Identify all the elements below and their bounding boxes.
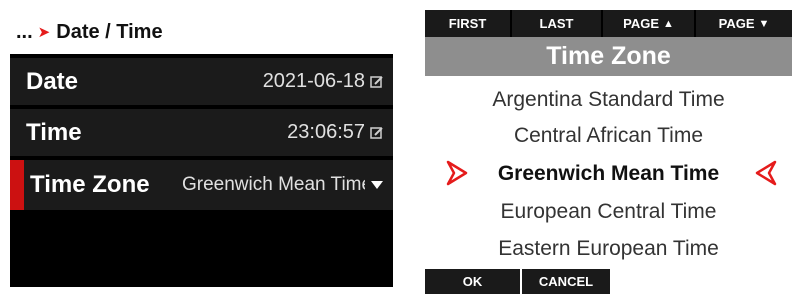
timezone-row[interactable]: Time Zone Greenwich Mean Time xyxy=(10,160,393,210)
timezone-option[interactable]: Central African Time xyxy=(425,118,792,154)
breadcrumb: ... ➤ Date / Time xyxy=(10,10,393,54)
page-up-label: PAGE xyxy=(623,16,659,31)
page-up-button[interactable]: PAGE ▲ xyxy=(603,10,696,37)
timezone-option[interactable]: Argentina Standard Time xyxy=(425,82,792,118)
picker-actions: OK CANCEL xyxy=(425,269,792,294)
timezone-option-selected[interactable]: Greenwich Mean Time xyxy=(425,156,792,192)
picker-nav-bar: FIRST LAST PAGE ▲ PAGE ▼ xyxy=(425,10,792,37)
page-down-button[interactable]: PAGE ▼ xyxy=(696,10,792,37)
ok-button-label: OK xyxy=(462,274,483,289)
time-row[interactable]: Time 23:06:57 xyxy=(10,109,393,156)
chevron-down-icon[interactable] xyxy=(370,180,384,190)
timezone-value: Greenwich Mean Time xyxy=(182,174,365,195)
last-button-label: LAST xyxy=(539,16,574,31)
first-button[interactable]: FIRST xyxy=(425,10,512,37)
selection-arrow-left-icon xyxy=(755,160,777,186)
timezone-list: Argentina Standard Time Central African … xyxy=(425,82,792,267)
triangle-down-icon: ▼ xyxy=(758,17,770,30)
edit-icon[interactable] xyxy=(370,75,384,89)
date-value-wrap: 2021-06-18 xyxy=(263,70,393,93)
breadcrumb-ellipsis[interactable]: ... xyxy=(16,21,33,44)
time-value-wrap: 23:06:57 xyxy=(287,121,393,144)
time-value: 23:06:57 xyxy=(287,121,365,143)
date-value: 2021-06-18 xyxy=(262,70,365,92)
date-label: Date xyxy=(26,67,79,95)
picker-title: Time Zone xyxy=(425,37,792,76)
selection-arrow-right-icon xyxy=(446,160,468,186)
breadcrumb-current: Date / Time xyxy=(56,20,163,43)
last-button[interactable]: LAST xyxy=(512,10,603,37)
time-label: Time xyxy=(26,118,82,146)
page-down-label: PAGE xyxy=(718,16,755,31)
ok-button[interactable]: OK xyxy=(425,269,520,294)
first-button-label: FIRST xyxy=(448,16,487,31)
edit-icon[interactable] xyxy=(370,126,384,140)
timezone-option[interactable]: Eastern European Time xyxy=(425,231,792,267)
timezone-label: Time Zone xyxy=(30,171,150,198)
timezone-picker: FIRST LAST PAGE ▲ PAGE ▼ Time Zone Argen… xyxy=(425,10,792,294)
cancel-button-label: CANCEL xyxy=(538,274,594,289)
date-time-settings-panel: ... ➤ Date / Time Date 2021-06-18 Time 2… xyxy=(10,10,393,287)
timezone-option[interactable]: European Central Time xyxy=(425,194,792,230)
cancel-button[interactable]: CANCEL xyxy=(522,269,610,294)
date-row[interactable]: Date 2021-06-18 xyxy=(10,58,393,105)
triangle-up-icon: ▲ xyxy=(663,17,674,30)
selection-indicator xyxy=(10,160,24,210)
breadcrumb-arrow-icon: ➤ xyxy=(37,24,51,41)
